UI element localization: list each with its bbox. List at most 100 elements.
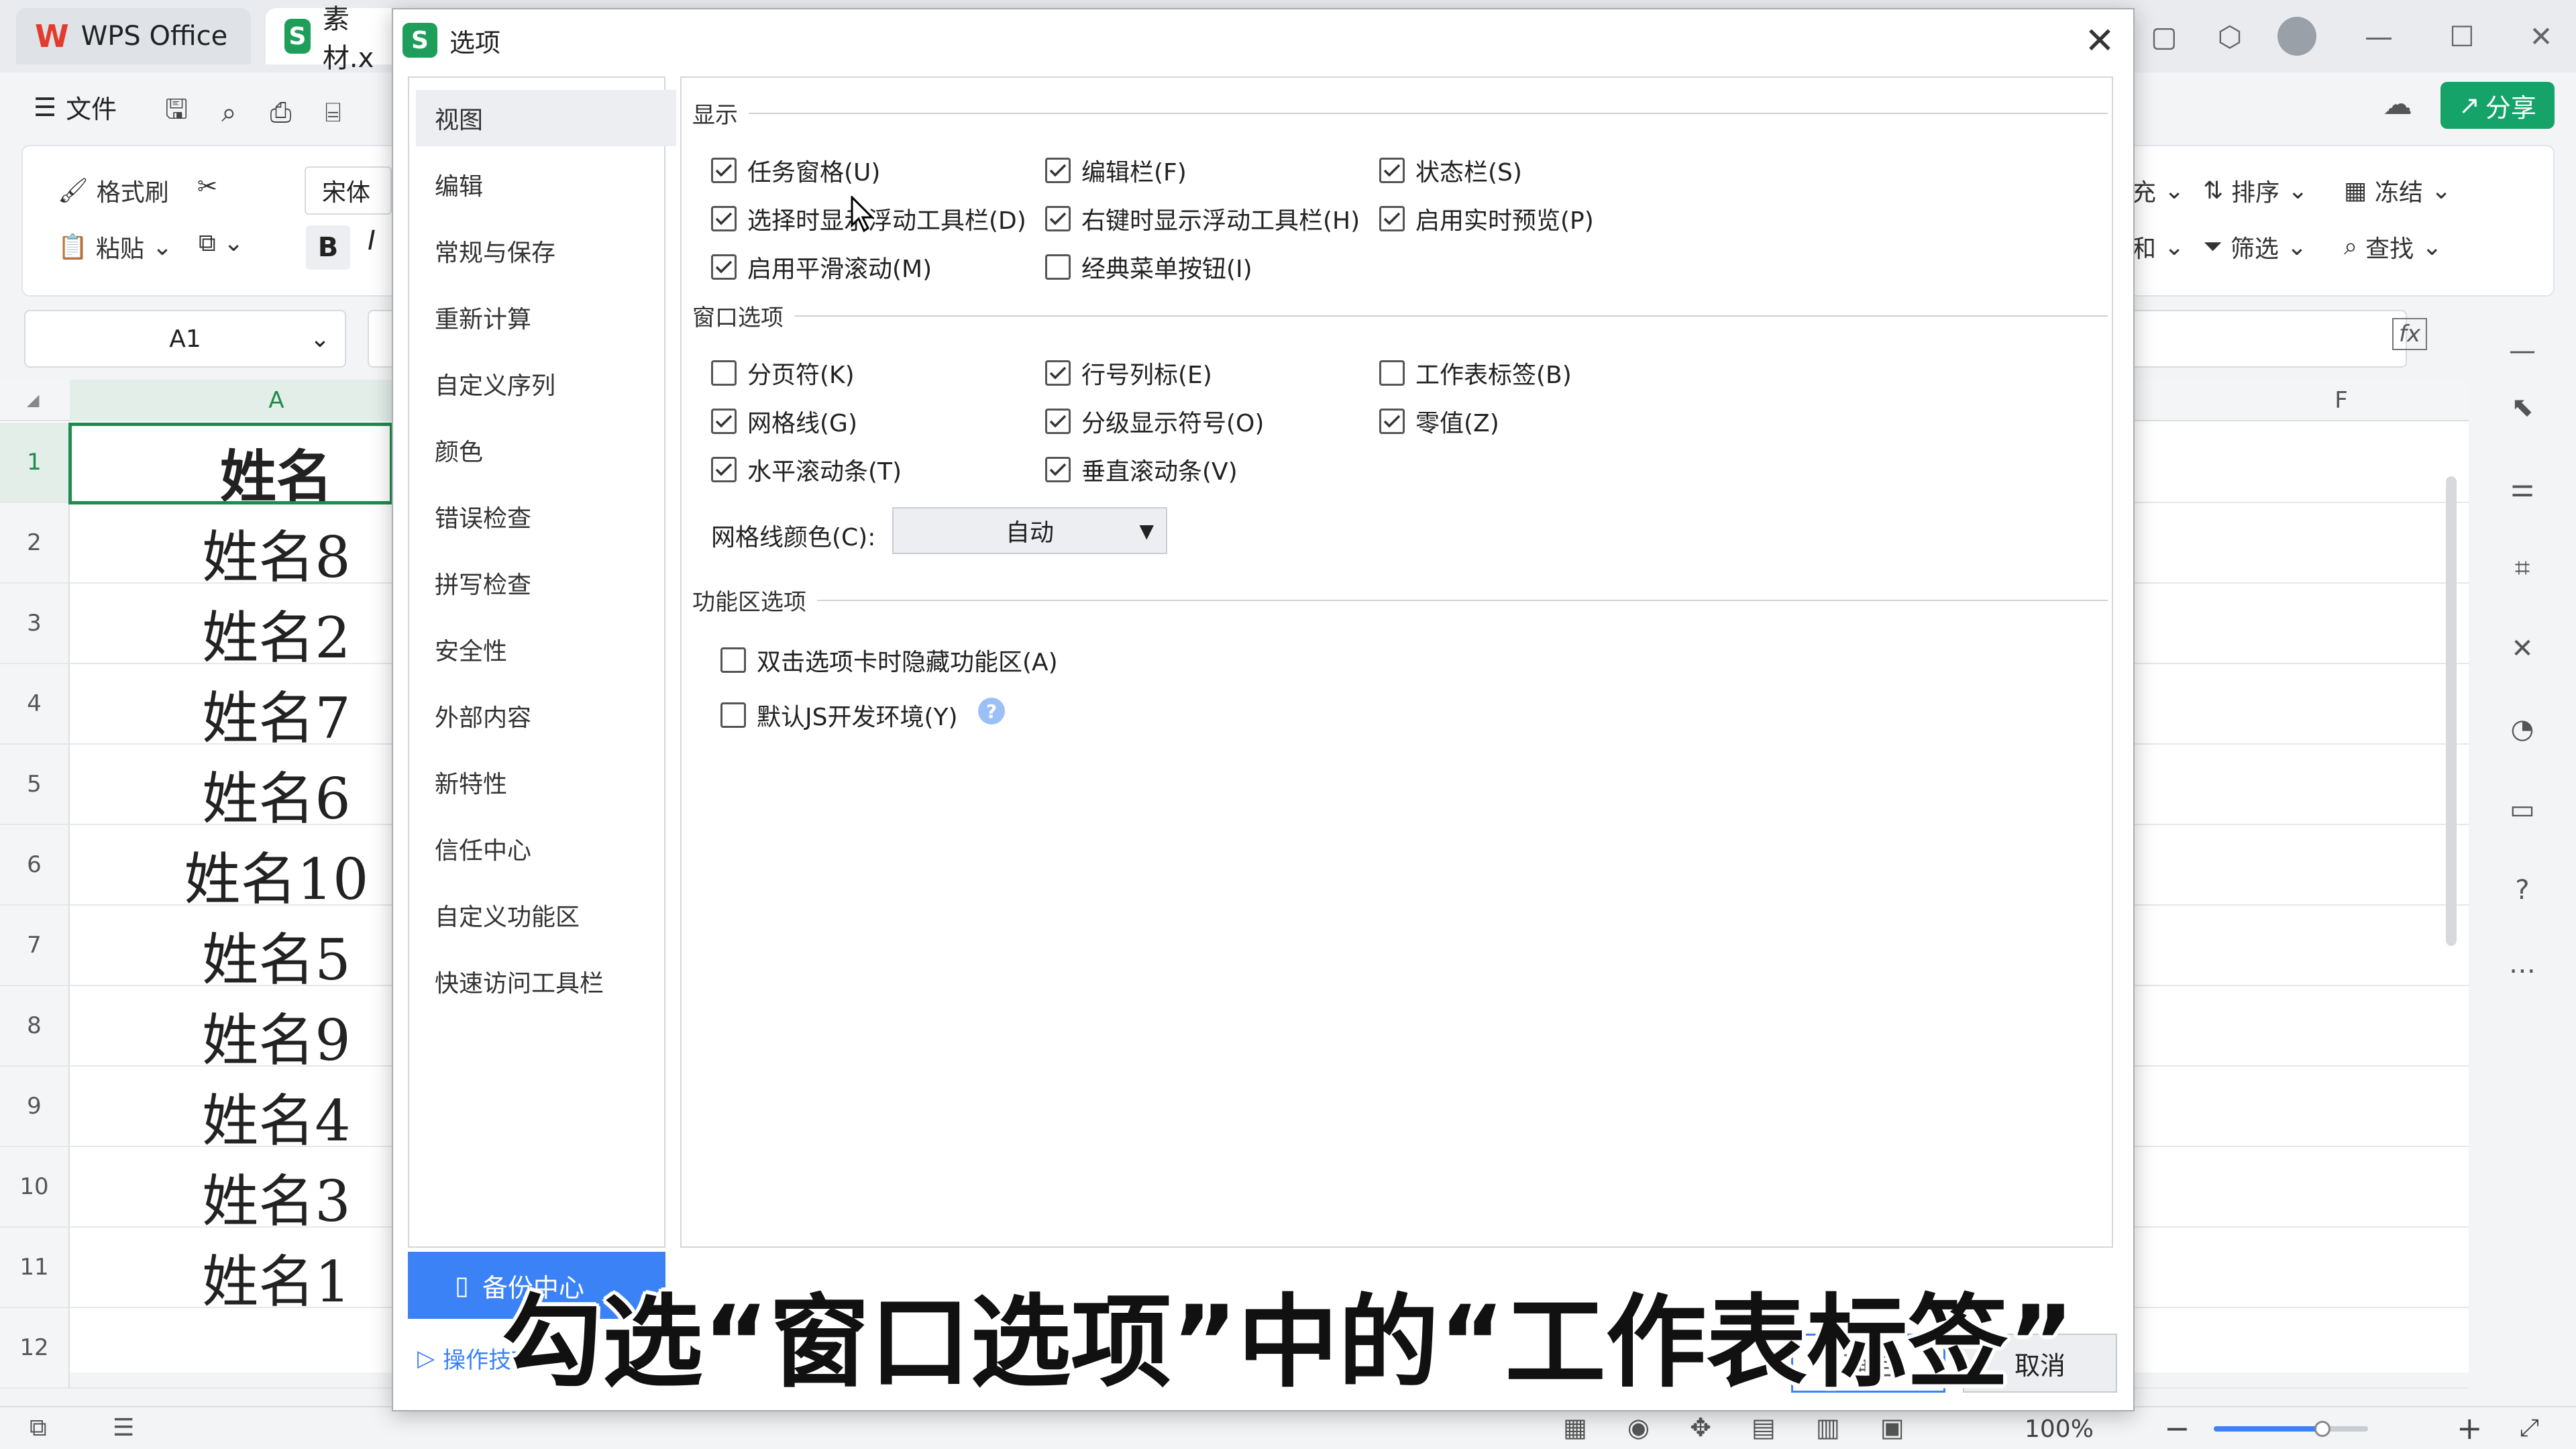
find-button[interactable]: ⌕ 查找 ⌄ [2344, 229, 2442, 264]
font-name-field[interactable]: 宋体 [305, 166, 392, 215]
checkbox-checked[interactable] [1045, 360, 1071, 386]
checkbox-checked[interactable] [711, 457, 737, 482]
checkbox-unchecked[interactable] [720, 647, 746, 673]
collapse-icon[interactable]: — [2508, 335, 2537, 366]
checkbox-unchecked[interactable] [1045, 254, 1071, 280]
fill-button[interactable]: 充 ⌄ [2132, 173, 2184, 208]
zoom-in-icon[interactable]: + [2457, 1410, 2483, 1446]
checkbox-option[interactable]: 垂直滚动条(V) [1045, 452, 1238, 487]
nav-item[interactable]: 颜色 [416, 422, 676, 478]
nav-item[interactable]: 安全性 [416, 621, 676, 678]
checkbox-option[interactable]: 水平滚动条(T) [711, 452, 902, 487]
normal-view-icon[interactable]: ▤ [1752, 1413, 1776, 1442]
filter-button[interactable]: ⏷ 筛选 ⌄ [2203, 229, 2307, 264]
share-button[interactable]: ↗ 分享 [2440, 82, 2555, 129]
paste-button[interactable]: 📋 粘贴 ⌄ [58, 229, 172, 264]
crop-icon[interactable]: ⌗ [2508, 553, 2537, 584]
page-icon[interactable]: ☰ [113, 1414, 134, 1442]
checkbox-option[interactable]: 工作表标签(B) [1379, 356, 1572, 390]
file-menu[interactable]: ☰ 文件 [34, 89, 117, 125]
window-layout-icon[interactable]: ▢ [2140, 16, 2188, 56]
hand-icon[interactable]: ✥ [1690, 1413, 1711, 1442]
nav-item[interactable]: 拼写检查 [416, 555, 676, 611]
nav-item[interactable]: 自定义功能区 [416, 887, 676, 943]
vertical-scrollbar[interactable] [2442, 436, 2462, 1375]
checkbox-option[interactable]: 状态栏(S) [1379, 153, 1522, 188]
checkbox-checked[interactable] [1379, 409, 1405, 434]
sliders-icon[interactable]: ⚌ [2508, 472, 2537, 503]
macro-icon[interactable]: ⧉ [30, 1414, 47, 1442]
checkbox-option[interactable]: 网格线(G) [711, 404, 857, 439]
checkbox-checked[interactable] [711, 206, 737, 231]
tab-wps-office[interactable]: W WPS Office [16, 8, 251, 64]
save-icon[interactable]: 🖫 [165, 90, 188, 136]
bold-button[interactable]: B [306, 225, 350, 270]
checkbox-option[interactable]: 右键时显示浮动工具栏(H) [1045, 201, 1360, 236]
print-preview-icon[interactable]: ⌸ [325, 97, 341, 128]
tab-file[interactable]: S 素材.x [266, 4, 400, 74]
view-mode-icon[interactable]: ▦ [1563, 1413, 1587, 1442]
close-window-icon[interactable]: ✕ [2517, 16, 2565, 56]
checkbox-checked[interactable] [1045, 409, 1071, 434]
fullscreen-icon[interactable]: ⤢ [2520, 1414, 2539, 1442]
avatar[interactable] [2273, 16, 2321, 56]
help-icon[interactable]: ? [2508, 875, 2537, 906]
maximize-icon[interactable]: ☐ [2438, 16, 2486, 56]
sort-button[interactable]: ⇅ 排序 ⌄ [2203, 173, 2308, 208]
minimize-icon[interactable]: — [2355, 16, 2403, 56]
checkbox-unchecked[interactable] [1379, 360, 1405, 386]
row-header[interactable]: 4 [0, 664, 70, 745]
gridline-color-select[interactable]: 自动 ▼ [892, 507, 1167, 554]
checkbox-checked[interactable] [1045, 158, 1071, 183]
checkbox-checked[interactable] [1379, 206, 1405, 231]
checkbox-checked[interactable] [711, 158, 737, 183]
name-box[interactable]: A1 ⌄ [24, 310, 346, 368]
checkbox-checked[interactable] [1045, 457, 1071, 482]
nav-item[interactable]: 重新计算 [416, 289, 676, 345]
checkbox-option[interactable]: 零值(Z) [1379, 404, 1499, 439]
nav-item[interactable]: 新特性 [416, 754, 676, 810]
reading-view-icon[interactable]: ▣ [1880, 1413, 1904, 1442]
column-header-f[interactable]: F [2241, 380, 2442, 421]
format-painter-button[interactable]: 🖌 格式刷 [58, 173, 169, 208]
close-icon[interactable]: ✕ [2080, 19, 2120, 62]
checkbox-option[interactable]: 编辑栏(F) [1045, 153, 1187, 188]
checkbox-option[interactable]: 启用实时预览(P) [1379, 201, 1594, 236]
checkbox-option[interactable]: 分页符(K) [711, 356, 855, 390]
search-doc-icon[interactable]: ⌕ [221, 97, 236, 128]
checkbox-checked[interactable] [1379, 158, 1405, 183]
select-all-corner[interactable]: ◢ [27, 390, 39, 409]
freeze-button[interactable]: ▦ 冻结 ⌄ [2344, 173, 2451, 208]
row-header[interactable]: 6 [0, 825, 70, 906]
checkbox-option[interactable]: 启用平滑滚动(M) [711, 250, 932, 284]
nav-item[interactable]: 常规与保存 [416, 223, 676, 279]
checkbox-option[interactable]: 任务窗格(U) [711, 153, 880, 188]
row-header[interactable]: 1 [0, 423, 70, 503]
checkbox-checked[interactable] [1045, 206, 1071, 231]
checkbox-option[interactable]: 分级显示符号(O) [1045, 404, 1264, 439]
zoom-out-icon[interactable]: − [2164, 1410, 2190, 1446]
checkbox-option[interactable]: 行号列标(E) [1045, 356, 1212, 390]
checkbox-checked[interactable] [711, 254, 737, 280]
nav-item[interactable]: 错误检查 [416, 488, 676, 545]
cube-icon[interactable]: ⬡ [2206, 16, 2254, 56]
cut-icon[interactable]: ✂ [197, 173, 217, 201]
italic-button[interactable]: I [368, 225, 376, 256]
nav-item[interactable]: 外部内容 [416, 688, 676, 744]
nav-item[interactable]: 视图 [416, 90, 676, 146]
nav-item[interactable]: 快速访问工具栏 [416, 953, 676, 1010]
nav-item[interactable]: 编辑 [416, 156, 676, 213]
sum-button[interactable]: 和 ⌄ [2132, 229, 2184, 264]
checkbox-option[interactable]: 经典菜单按钮(I) [1045, 250, 1252, 284]
nav-item[interactable]: 自定义序列 [416, 356, 676, 412]
book-icon[interactable]: ▭ [2508, 794, 2537, 825]
nav-item[interactable]: 信任中心 [416, 820, 676, 877]
row-header[interactable]: 8 [0, 986, 70, 1067]
chart-icon[interactable]: ◔ [2508, 714, 2537, 745]
print-icon[interactable]: ⎙ [270, 97, 292, 128]
row-header[interactable]: 10 [0, 1147, 70, 1228]
select-cursor-icon[interactable]: ⬉ [2508, 392, 2537, 423]
checkbox-unchecked[interactable] [720, 702, 746, 728]
page-break-view-icon[interactable]: ▥ [1816, 1413, 1840, 1442]
checkbox-checked[interactable] [711, 409, 737, 434]
